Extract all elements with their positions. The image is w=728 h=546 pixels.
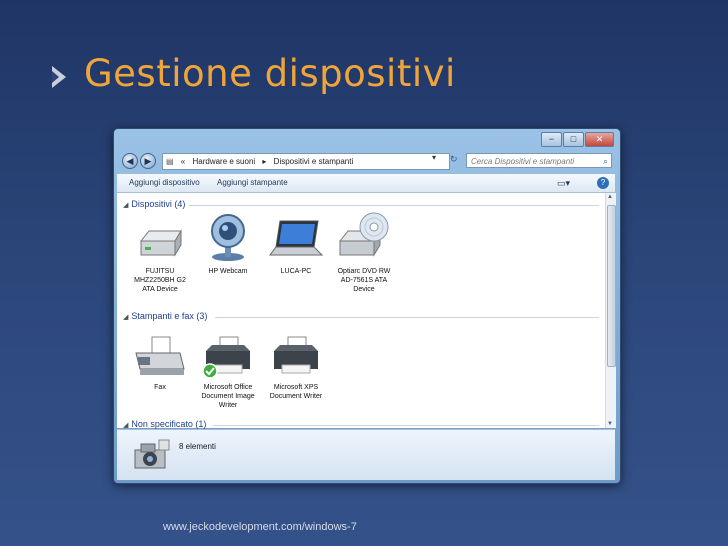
scroll-up-icon[interactable]: ▲ bbox=[607, 194, 613, 200]
default-printer-check-icon bbox=[202, 363, 218, 379]
search-placeholder: Cerca Dispositivi e stampanti bbox=[471, 157, 575, 166]
group-header-unspecified[interactable]: ◢ Non specificato (1) bbox=[123, 419, 206, 429]
search-icon[interactable]: ⌕ bbox=[603, 154, 608, 169]
hard-drive-icon bbox=[139, 229, 182, 257]
printer-item[interactable]: Microsoft XPS Document Writer bbox=[265, 335, 327, 401]
explorer-window: − □ ✕ ◀ ▶ ▤ « Hardware e suoni ▸ Disposi… bbox=[113, 128, 621, 484]
bullet-arrow-icon bbox=[52, 66, 66, 88]
minimize-button[interactable]: − bbox=[541, 132, 562, 147]
add-printer-button[interactable]: Aggiungi stampante bbox=[217, 174, 288, 192]
add-device-button[interactable]: Aggiungi dispositivo bbox=[129, 174, 200, 192]
search-input[interactable]: Cerca Dispositivi e stampanti ⌕ bbox=[466, 153, 612, 168]
webcam-icon bbox=[211, 214, 245, 261]
laptop-icon bbox=[269, 220, 324, 256]
printer-icon bbox=[202, 336, 250, 379]
printer-item[interactable]: Microsoft Office Document Image Writer bbox=[197, 335, 259, 410]
group-divider bbox=[189, 205, 599, 206]
folder-icon: ▤ bbox=[166, 157, 174, 166]
device-item[interactable]: LUCA-PC bbox=[265, 217, 327, 276]
forward-button[interactable]: ▶ bbox=[140, 153, 156, 169]
collapse-arrow-icon[interactable]: ◢ bbox=[123, 202, 128, 209]
device-item[interactable]: Optiarc DVD RW AD-7561S ATA Device bbox=[333, 211, 395, 294]
footer-url: www.jeckodevelopment.com/windows-7 bbox=[163, 521, 357, 533]
address-bar[interactable]: ▤ « Hardware e suoni ▸ Dispositivi e sta… bbox=[162, 153, 450, 170]
vertical-scrollbar[interactable]: ▲ ▼ bbox=[605, 193, 616, 428]
camera-icon bbox=[134, 439, 170, 469]
address-dropdown-icon[interactable]: ▾ bbox=[432, 153, 436, 162]
group-header-devices[interactable]: ◢ Dispositivi (4) bbox=[123, 199, 185, 209]
slide-title: Gestione dispositivi bbox=[84, 52, 456, 95]
group-header-printers[interactable]: ◢ Stampanti e fax (3) bbox=[123, 311, 207, 321]
collapse-arrow-icon[interactable]: ◢ bbox=[123, 422, 128, 429]
group-divider bbox=[213, 425, 599, 426]
dvd-drive-icon bbox=[338, 212, 389, 257]
group-divider bbox=[215, 317, 599, 318]
breadcrumb-separator[interactable]: ▸ bbox=[262, 154, 266, 169]
device-item[interactable]: FUJITSU MHZ2250BH G2 ATA Device bbox=[129, 217, 191, 294]
scrollbar-thumb[interactable] bbox=[607, 205, 616, 367]
scroll-down-icon[interactable]: ▼ bbox=[607, 421, 613, 427]
device-item[interactable]: HP Webcam bbox=[197, 211, 259, 276]
breadcrumb-devices[interactable]: Dispositivi e stampanti bbox=[274, 154, 354, 169]
breadcrumb-hardware[interactable]: Hardware e suoni bbox=[192, 154, 255, 169]
device-list: ◢ Dispositivi (4) FUJITSU MHZ2250BH G2 AT… bbox=[117, 193, 605, 429]
window-controls: − □ ✕ bbox=[540, 132, 614, 147]
close-button[interactable]: ✕ bbox=[585, 132, 614, 147]
help-icon[interactable]: ? bbox=[597, 177, 609, 189]
breadcrumb-root[interactable]: « bbox=[181, 154, 185, 169]
view-options-icon[interactable]: ▭▾ bbox=[557, 174, 570, 192]
details-pane: 8 elementi bbox=[117, 429, 615, 480]
printer-icon bbox=[274, 336, 318, 374]
item-count: 8 elementi bbox=[179, 442, 216, 451]
back-button[interactable]: ◀ bbox=[122, 153, 138, 169]
collapse-arrow-icon[interactable]: ◢ bbox=[123, 314, 128, 321]
command-bar: Aggiungi dispositivo Aggiungi stampante … bbox=[117, 174, 615, 193]
maximize-button[interactable]: □ bbox=[563, 132, 584, 147]
refresh-icon[interactable]: ↻ bbox=[450, 154, 458, 165]
fax-icon bbox=[135, 336, 185, 375]
printer-item[interactable]: Fax bbox=[129, 335, 191, 392]
